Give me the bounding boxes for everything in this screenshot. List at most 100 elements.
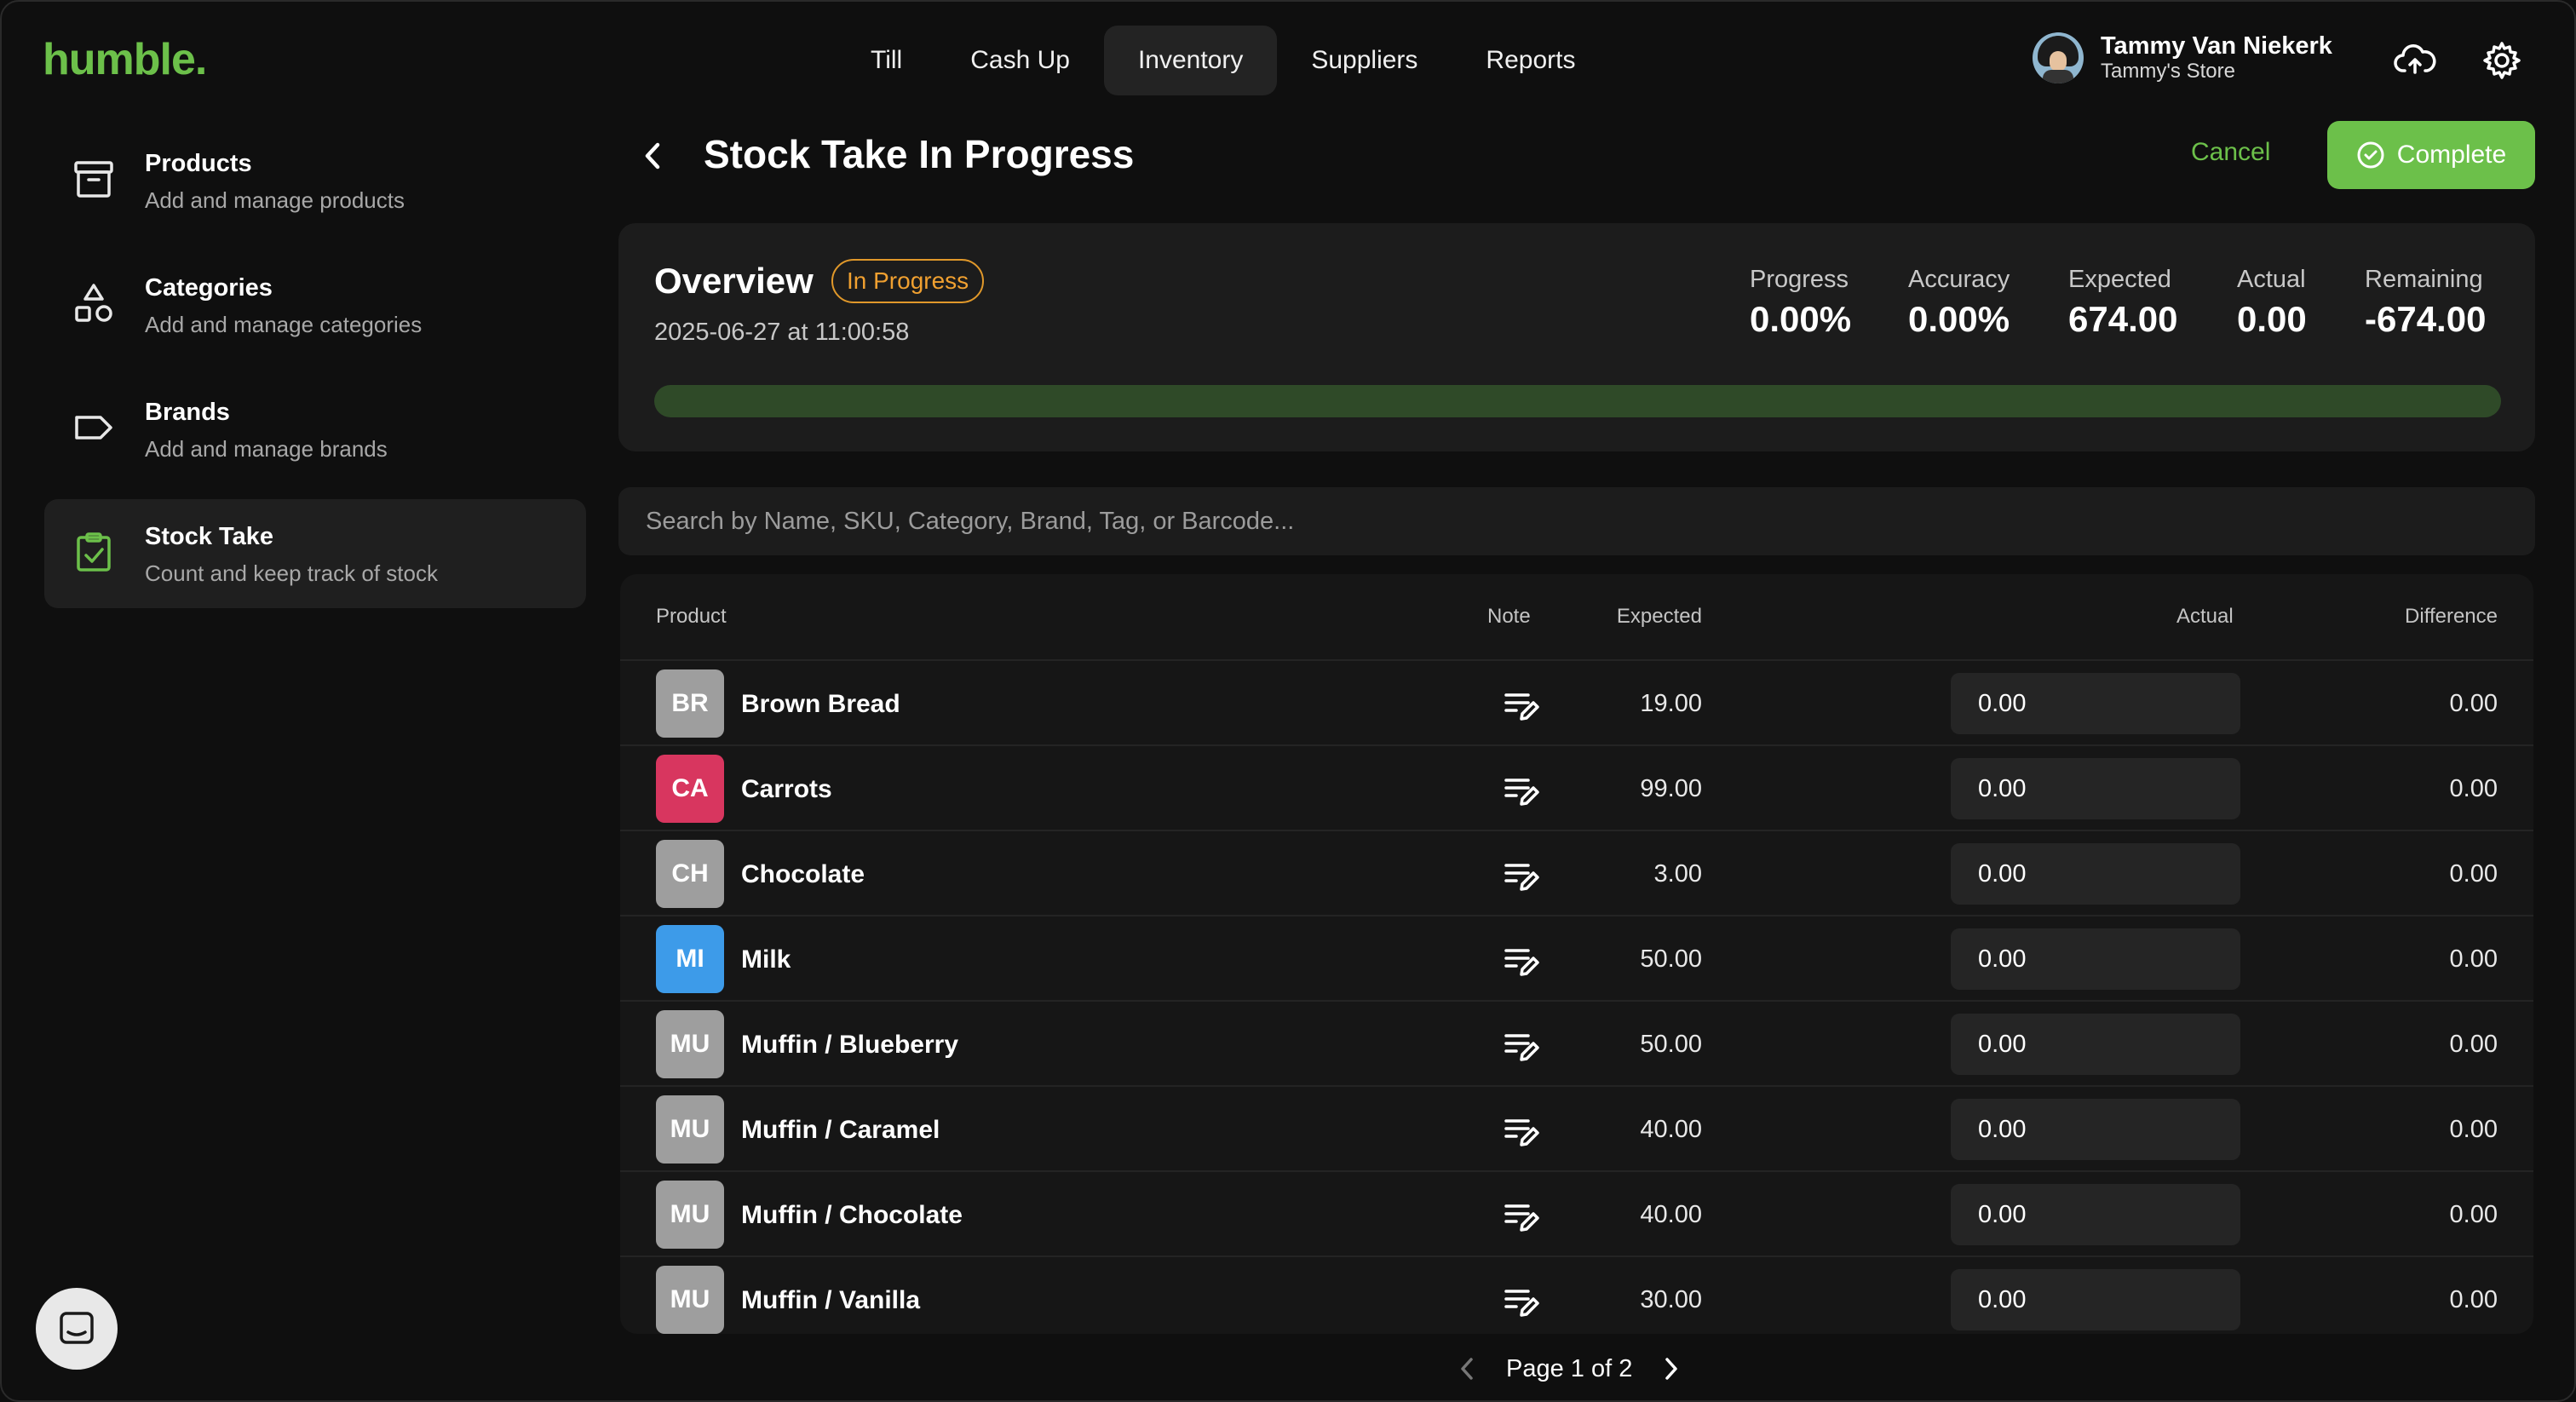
next-page-button[interactable] — [1654, 1352, 1688, 1386]
page-indicator: Page 1 of 2 — [1506, 1354, 1633, 1382]
product-initials-tile: MI — [656, 925, 724, 993]
sidebar-item-products[interactable]: Products Add and manage products — [44, 126, 586, 235]
nav-till[interactable]: Till — [837, 26, 936, 95]
note-edit-icon[interactable] — [1503, 857, 1540, 894]
sidebar-item-subtitle: Add and manage categories — [145, 312, 423, 337]
product-name: Chocolate — [741, 860, 865, 888]
expected-value: 3.00 — [1653, 860, 1702, 888]
note-edit-icon[interactable] — [1503, 1027, 1540, 1065]
chevron-right-icon — [1665, 1358, 1678, 1380]
table-header: Product Note Expected Actual Difference — [620, 574, 2533, 659]
stat-label: Progress — [1750, 266, 1849, 293]
actual-count-input[interactable] — [1951, 1269, 2240, 1330]
chat-launcher-button[interactable] — [36, 1288, 118, 1370]
expected-value: 99.00 — [1640, 775, 1702, 802]
stat-accuracy: Accuracy 0.00% — [1908, 266, 2010, 340]
table-row: MI Milk 50.00 0.00 — [620, 915, 2533, 1002]
status-badge: In Progress — [831, 259, 985, 303]
sidebar-item-stock-take[interactable]: Stock Take Count and keep track of stock — [44, 499, 586, 608]
app-window: humble. Till Cash Up Inventory Suppliers… — [0, 0, 2576, 1402]
product-initials-tile: MU — [656, 1095, 724, 1164]
chevron-left-icon — [1461, 1358, 1473, 1380]
actual-count-input[interactable] — [1951, 843, 2240, 905]
note-edit-icon[interactable] — [1503, 1283, 1540, 1320]
table-row: BR Brown Bread 19.00 0.00 — [620, 659, 2533, 746]
sidebar-item-title: Categories — [145, 274, 273, 302]
actual-count-input[interactable] — [1951, 1099, 2240, 1160]
gear-icon[interactable] — [2479, 37, 2525, 83]
humble-logo[interactable]: humble. — [43, 34, 207, 85]
overview-title: Overview — [654, 261, 814, 301]
chat-icon — [60, 1312, 94, 1344]
complete-button[interactable]: Complete — [2327, 121, 2535, 189]
user-store: Tammy's Store — [2101, 60, 2235, 83]
shapes-icon — [70, 279, 118, 327]
product-initials-tile: MU — [656, 1266, 724, 1334]
header-difference: Difference — [2405, 605, 2498, 628]
stat-label: Expected — [2068, 266, 2171, 293]
difference-value: 0.00 — [2449, 690, 2498, 717]
actual-count-input[interactable] — [1951, 673, 2240, 734]
product-initials-tile: BR — [656, 669, 724, 738]
cancel-button[interactable]: Cancel — [2191, 138, 2270, 167]
sidebar-item-title: Products — [145, 150, 252, 177]
nav-suppliers[interactable]: Suppliers — [1277, 26, 1452, 95]
header-actual: Actual — [2176, 605, 2234, 628]
nav-cash-up[interactable]: Cash Up — [936, 26, 1104, 95]
expected-value: 50.00 — [1640, 1031, 1702, 1058]
note-edit-icon[interactable] — [1503, 772, 1540, 809]
stat-actual: Actual 0.00 — [2237, 266, 2307, 340]
difference-value: 0.00 — [2449, 860, 2498, 888]
product-name: Carrots — [741, 775, 832, 803]
product-name: Muffin / Chocolate — [741, 1201, 963, 1229]
overview-card: Overview In Progress 2025-06-27 at 11:00… — [618, 223, 2535, 451]
note-edit-icon[interactable] — [1503, 1198, 1540, 1235]
actual-count-input[interactable] — [1951, 1014, 2240, 1075]
note-edit-icon[interactable] — [1503, 687, 1540, 724]
progress-bar — [654, 385, 2501, 417]
expected-value: 30.00 — [1640, 1286, 1702, 1313]
stat-value: 0.00 — [2237, 299, 2307, 339]
prev-page-button[interactable] — [1450, 1352, 1484, 1386]
stock-table: Product Note Expected Actual Difference … — [620, 574, 2533, 1334]
stat-value: 674.00 — [2068, 299, 2178, 339]
expected-value: 40.00 — [1640, 1201, 1702, 1228]
stat-label: Accuracy — [1908, 266, 2010, 293]
header-expected: Expected — [1616, 605, 1702, 628]
product-name: Muffin / Blueberry — [741, 1031, 959, 1059]
nav-inventory[interactable]: Inventory — [1103, 26, 1278, 95]
actual-count-input[interactable] — [1951, 758, 2240, 819]
actual-count-input[interactable] — [1951, 1184, 2240, 1245]
sidebar: Products Add and manage products Categor… — [44, 126, 586, 623]
note-edit-icon[interactable] — [1503, 1112, 1540, 1150]
stat-progress: Progress 0.00% — [1750, 266, 1851, 340]
header-product: Product — [656, 605, 727, 628]
stat-expected: Expected 674.00 — [2068, 266, 2177, 340]
sidebar-item-categories[interactable]: Categories Add and manage categories — [44, 250, 586, 359]
pagination: Page 1 of 2 — [1450, 1347, 1688, 1390]
product-name: Muffin / Vanilla — [741, 1286, 921, 1314]
header-note: Note — [1487, 605, 1531, 628]
note-edit-icon[interactable] — [1503, 942, 1540, 980]
stat-label: Remaining — [2365, 266, 2483, 293]
stat-remaining: Remaining -674.00 — [2365, 266, 2486, 340]
back-button[interactable] — [635, 135, 670, 177]
stat-label: Actual — [2237, 266, 2306, 293]
actual-count-input[interactable] — [1951, 928, 2240, 990]
sidebar-item-brands[interactable]: Brands Add and manage brands — [44, 375, 586, 484]
table-row: MU Muffin / Vanilla 30.00 0.00 — [620, 1255, 2533, 1334]
table-row: MU Muffin / Blueberry 50.00 0.00 — [620, 1000, 2533, 1087]
user-name: Tammy Van Niekerk — [2101, 32, 2332, 60]
nav-reports[interactable]: Reports — [1452, 26, 1609, 95]
product-initials-tile: CA — [656, 755, 724, 823]
difference-value: 0.00 — [2449, 945, 2498, 973]
clipboard-check-icon — [70, 528, 118, 576]
cloud-upload-icon[interactable] — [2392, 37, 2438, 83]
user-menu[interactable]: Tammy Van Niekerk Tammy's Store — [2033, 32, 2332, 83]
search-bar — [618, 487, 2535, 555]
search-input[interactable] — [618, 487, 2535, 555]
archive-icon — [70, 155, 118, 203]
top-nav: Till Cash Up Inventory Suppliers Reports — [837, 26, 1609, 95]
chevron-left-icon — [645, 142, 660, 170]
avatar — [2033, 32, 2084, 83]
